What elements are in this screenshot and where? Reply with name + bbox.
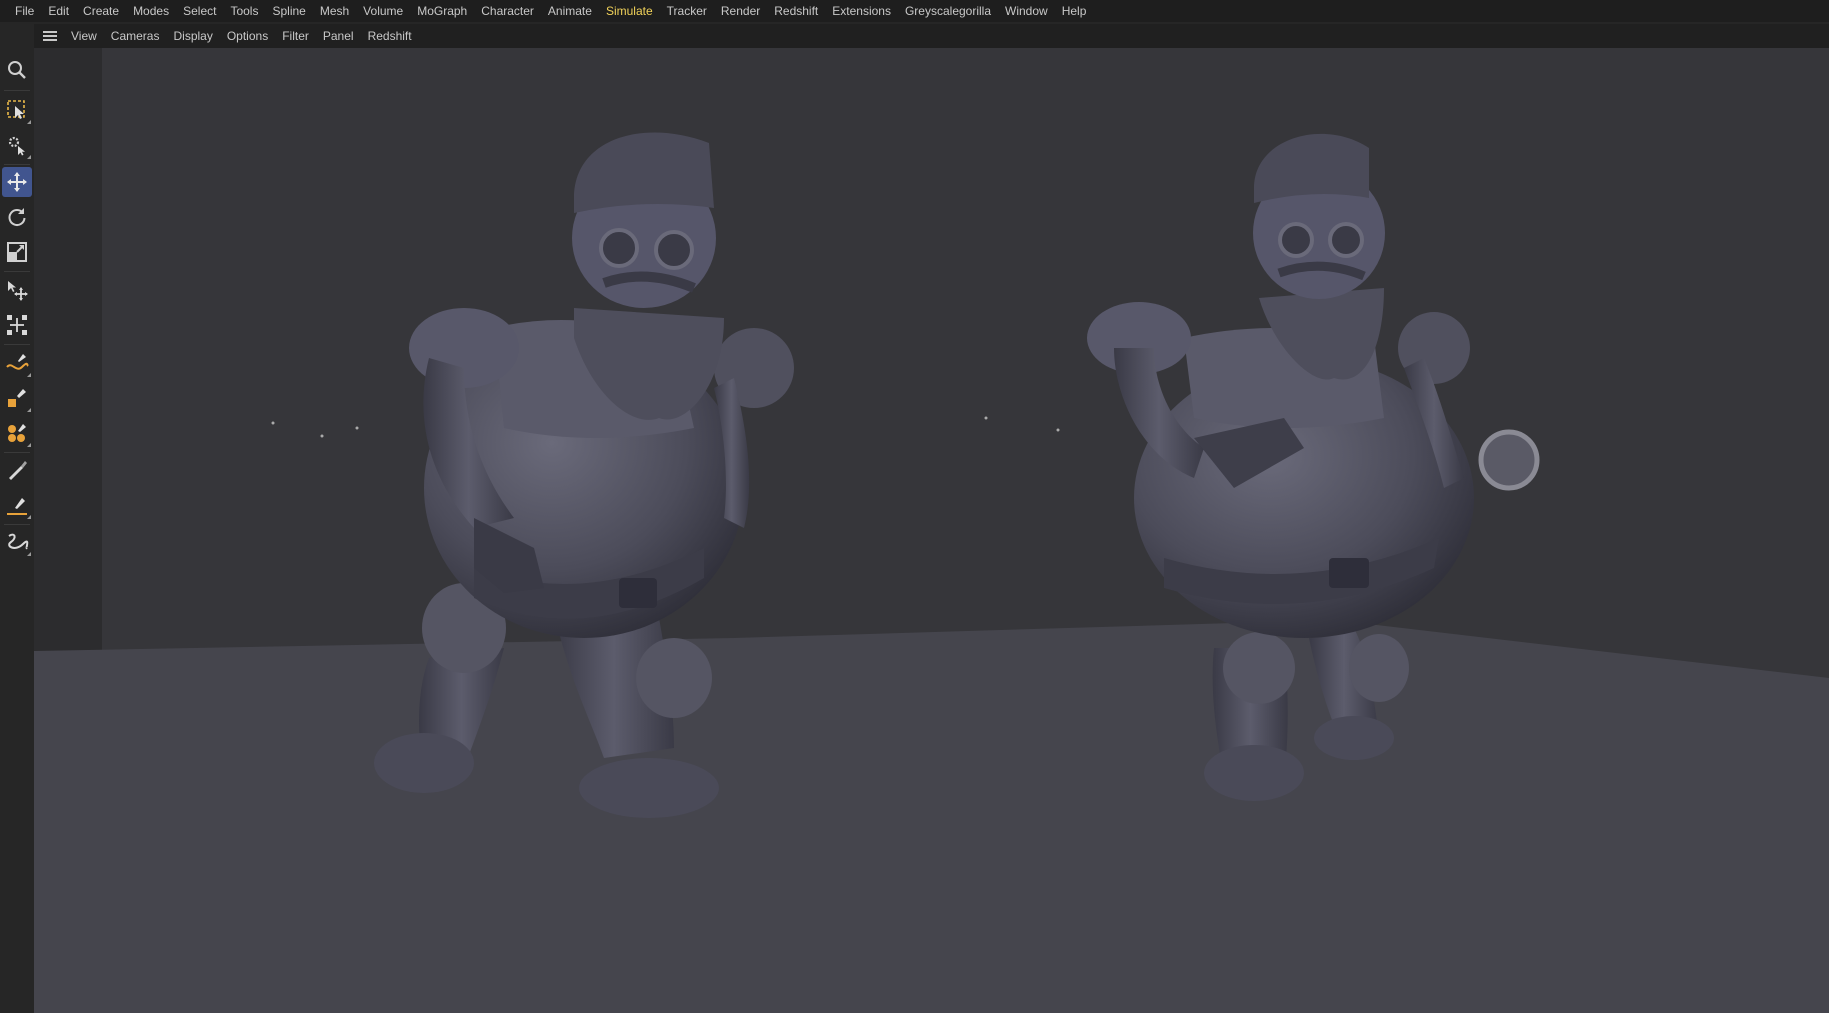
viewport-menu-panel[interactable]: Panel: [317, 24, 362, 48]
menu-animate[interactable]: Animate: [541, 0, 599, 22]
search-tool-button[interactable]: [2, 55, 32, 85]
generator-icon: [8, 424, 26, 442]
paint-brush-button[interactable]: [2, 455, 32, 485]
generator-button[interactable]: [2, 418, 32, 448]
viewport-menu-options[interactable]: Options: [221, 24, 276, 48]
menu-select[interactable]: Select: [176, 0, 223, 22]
menu-simulate[interactable]: Simulate: [599, 0, 660, 22]
menu-window[interactable]: Window: [998, 0, 1055, 22]
move-icon: [7, 172, 27, 192]
scene-point: [320, 434, 324, 438]
viewport-menu-display[interactable]: Display: [167, 24, 220, 48]
transform-icon: [7, 315, 27, 335]
primitive-shape-icon: [8, 389, 26, 407]
object-tools-icon: [8, 136, 25, 156]
menu-mograph[interactable]: MoGraph: [410, 0, 474, 22]
search-icon: [8, 61, 26, 79]
toolbar-separator: [4, 90, 30, 91]
toolbar-separator: [4, 452, 30, 453]
spline-pen-button[interactable]: [2, 348, 32, 378]
move-axis-button[interactable]: [2, 275, 32, 305]
menu-spline[interactable]: Spline: [265, 0, 312, 22]
menu-modes[interactable]: Modes: [126, 0, 176, 22]
rotate-tool-button[interactable]: [2, 202, 32, 232]
knife-icon: [7, 498, 27, 515]
3d-viewport[interactable]: [34, 48, 1829, 1013]
scale-tool-button[interactable]: [2, 237, 32, 267]
menu-extensions[interactable]: Extensions: [825, 0, 898, 22]
move-tool-button[interactable]: [2, 167, 32, 197]
toolbar-separator: [4, 164, 30, 165]
move-axis-icon: [8, 281, 28, 301]
transform-tool-button[interactable]: [2, 310, 32, 340]
object-tools-button[interactable]: [2, 130, 32, 160]
menu-volume[interactable]: Volume: [356, 0, 410, 22]
viewport-menu-cameras[interactable]: Cameras: [105, 24, 168, 48]
floor-plane: [34, 620, 1829, 1013]
menu-tracker[interactable]: Tracker: [660, 0, 714, 22]
menu-tools[interactable]: Tools: [223, 0, 265, 22]
menu-redshift[interactable]: Redshift: [767, 0, 825, 22]
toolbar-separator: [4, 344, 30, 345]
menu-greyscalegorilla[interactable]: Greyscalegorilla: [898, 0, 998, 22]
live-selection-icon: [7, 100, 25, 119]
viewport-menu-filter[interactable]: Filter: [276, 24, 317, 48]
viewport-scene: [34, 48, 1829, 1013]
sketch-spline-button[interactable]: [2, 527, 32, 557]
menu-mesh[interactable]: Mesh: [313, 0, 356, 22]
paint-brush-icon: [9, 461, 27, 480]
viewport-menu-view[interactable]: View: [65, 24, 105, 48]
knife-tool-button[interactable]: [2, 490, 32, 520]
menu-render[interactable]: Render: [714, 0, 767, 22]
toolbar-separator: [4, 271, 30, 272]
rotate-icon: [8, 208, 26, 227]
scale-icon: [7, 242, 27, 262]
primitive-shape-button[interactable]: [2, 383, 32, 413]
scene-point: [271, 421, 275, 425]
scene-point: [355, 426, 359, 430]
menu-edit[interactable]: Edit: [41, 0, 76, 22]
sketch-spline-icon: [8, 533, 29, 550]
viewport-menu-bar: View Cameras Display Options Filter Panel Reds…: [34, 24, 1829, 48]
main-menu-bar: File Edit Create Modes Select Tools Spline Mesh…: [0, 0, 1829, 22]
menu-character[interactable]: Character: [474, 0, 541, 22]
viewport-menu-redshift[interactable]: Redshift: [362, 24, 420, 48]
spline-pen-icon: [6, 354, 29, 370]
scene-point: [1056, 428, 1060, 432]
tool-palette: [0, 50, 34, 1013]
menu-file[interactable]: File: [8, 0, 41, 22]
toolbar-separator: [4, 524, 30, 525]
menu-help[interactable]: Help: [1055, 0, 1094, 22]
scene-point: [984, 416, 988, 420]
live-selection-button[interactable]: [2, 95, 32, 125]
hamburger-menu-icon[interactable]: [43, 31, 57, 41]
menu-create[interactable]: Create: [76, 0, 126, 22]
